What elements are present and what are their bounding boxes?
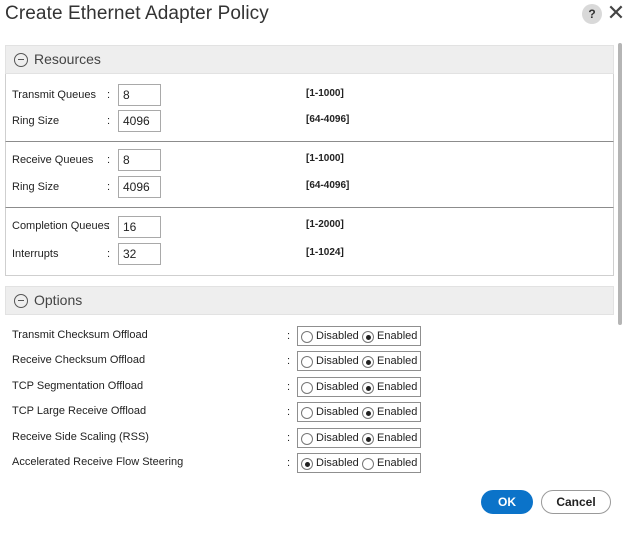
completion-queues-group: Completion Queues : [1-2000] Interrupts … (5, 208, 614, 276)
option-colon: : (287, 432, 291, 444)
field-colon: : (107, 89, 111, 101)
help-button[interactable]: ? (582, 4, 602, 24)
receive-checksum-offload-label: Receive Checksum Offload (12, 354, 146, 366)
receive-queues-range: [1-1000] (306, 153, 344, 164)
dialog-title: Create Ethernet Adapter Policy (5, 3, 269, 24)
tcp-segmentation-offload-radio-group: Disabled Enabled (297, 377, 421, 397)
transmit-checksum-offload-radio-group: Disabled Enabled (297, 326, 421, 346)
tcp-large-receive-offload-label: TCP Large Receive Offload (12, 405, 147, 417)
receive-queues-input[interactable] (118, 149, 161, 171)
options-section-title: Options (34, 292, 83, 308)
resources-section-title: Resources (34, 51, 101, 67)
transmit-ring-size-range: [64-4096] (306, 114, 350, 125)
field-colon: : (107, 181, 111, 193)
field-colon: : (107, 248, 111, 260)
collapse-icon[interactable] (14, 53, 28, 67)
completion-queues-range: [1-2000] (306, 219, 344, 230)
close-button[interactable]: ✕ (606, 1, 626, 25)
resources-section-header[interactable]: Resources (5, 45, 614, 74)
completion-queues-input[interactable] (118, 216, 161, 238)
close-icon: ✕ (606, 0, 626, 25)
accelerated-receive-flow-steering-label: Accelerated Receive Flow Steering (12, 456, 184, 468)
accelerated-receive-flow-steering-radio-group: Disabled Enabled (297, 453, 421, 473)
dialog-body[interactable]: Resources Transmit Queues : [1-1000] Rin… (0, 43, 629, 480)
transmit-queues-label: Transmit Queues (12, 89, 96, 101)
transmit-ring-size-input[interactable] (118, 110, 161, 132)
field-colon: : (107, 220, 111, 232)
scrollbar-thumb[interactable] (618, 43, 622, 325)
option-colon: : (287, 355, 291, 367)
receive-queues-group: Receive Queues : [1-1000] Ring Size : [6… (5, 142, 614, 208)
transmit-ring-size-label: Ring Size (12, 115, 60, 127)
interrupts-label: Interrupts (12, 248, 59, 260)
receive-ring-size-input[interactable] (118, 176, 161, 198)
help-icon: ? (588, 7, 596, 21)
option-colon: : (287, 381, 291, 393)
collapse-icon[interactable] (14, 294, 28, 308)
receive-ring-size-label: Ring Size (12, 181, 60, 193)
option-colon: : (287, 330, 291, 342)
transmit-queues-range: [1-1000] (306, 88, 344, 99)
receive-side-scaling-label: Receive Side Scaling (RSS) (12, 431, 149, 443)
receive-ring-size-range: [64-4096] (306, 180, 350, 191)
transmit-queues-group: Transmit Queues : [1-1000] Ring Size : [… (5, 74, 614, 142)
options-section-header[interactable]: Options (5, 286, 614, 315)
receive-side-scaling-radio-group: Disabled Enabled (297, 428, 421, 448)
transmit-queues-input[interactable] (118, 84, 161, 106)
receive-checksum-offload-radio-group: Disabled Enabled (297, 351, 421, 371)
completion-queues-label: Completion Queues (12, 220, 110, 232)
transmit-checksum-offload-label: Transmit Checksum Offload (12, 329, 148, 341)
cancel-button[interactable]: Cancel (541, 490, 611, 514)
ok-button[interactable]: OK (481, 490, 533, 514)
tcp-segmentation-offload-label: TCP Segmentation Offload (12, 380, 144, 392)
option-colon: : (287, 457, 291, 469)
option-colon: : (287, 406, 291, 418)
interrupts-range: [1-1024] (306, 247, 344, 258)
tcp-large-receive-offload-radio-group: Disabled Enabled (297, 402, 421, 422)
interrupts-input[interactable] (118, 243, 161, 265)
receive-queues-label: Receive Queues (12, 154, 94, 166)
field-colon: : (107, 154, 111, 166)
field-colon: : (107, 115, 111, 127)
